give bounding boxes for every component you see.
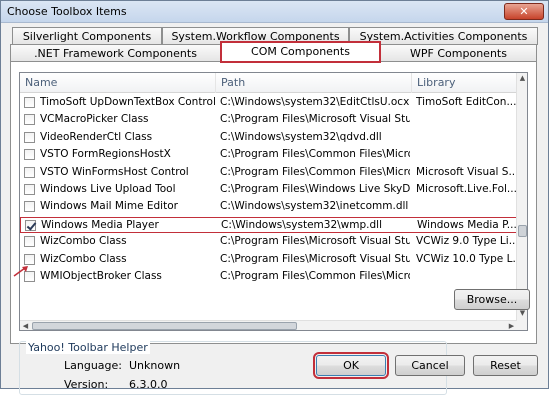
list-item[interactable]: WMIObjectBroker Class C:\Program Files\Co… <box>20 269 517 285</box>
checkbox[interactable] <box>24 97 35 108</box>
browse-button[interactable]: Browse... <box>454 289 530 310</box>
path-cell: C:\Program Files\Common Files\Micros... <box>220 165 410 178</box>
components-list[interactable]: Name Path Library TimoSoft UpDownTextBox… <box>19 72 528 331</box>
title-bar: Choose Toolbox Items ✕ <box>1 1 548 23</box>
column-header-path[interactable]: Path <box>216 73 412 93</box>
path-cell: C:\Program Files\Common Files\Micros... <box>220 270 410 282</box>
window-title: Choose Toolbox Items <box>7 5 127 18</box>
list-item[interactable]: Windows Media Player C:\Windows\system32\… <box>20 216 517 233</box>
list-item[interactable]: VSTO WinFormsHost Control C:\Program File… <box>20 165 517 181</box>
path-cell: C:\Program Files\Microsoft Visual Studio… <box>220 252 410 265</box>
library-cell: VCWiz 10.0 Type L... <box>416 252 516 265</box>
path-cell: C:\Windows\system32\inetcomm.dll <box>220 200 409 213</box>
language-label: Language: <box>64 359 122 372</box>
checkbox[interactable] <box>24 253 35 265</box>
name-cell: Windows Live Upload Tool <box>40 183 176 195</box>
list-item[interactable]: VCMacroPicker Class C:\Program Files\Micr… <box>20 112 517 128</box>
horizontal-scrollbar[interactable]: ◀ ▶ <box>20 320 517 330</box>
library-cell: Microsoft.Live.Fol... <box>416 183 516 195</box>
library-cell: Microsoft Visual S... <box>416 165 516 178</box>
ok-button[interactable]: OK <box>313 352 389 379</box>
checkbox[interactable] <box>25 219 36 231</box>
tab-silverlight-components[interactable]: Silverlight Components <box>12 27 162 45</box>
name-cell: VCMacroPicker Class <box>40 113 149 126</box>
name-cell: VSTO WinFormsHost Control <box>40 165 189 178</box>
list-item[interactable]: Windows Live Upload Tool C:\Program Files… <box>20 182 517 198</box>
version-label: Version: <box>64 378 109 391</box>
com-components-panel: Name Path Library TimoSoft UpDownTextBox… <box>10 61 537 395</box>
name-cell: WMIObjectBroker Class <box>40 270 162 282</box>
library-cell: Windows Media P... <box>417 218 517 231</box>
library-cell <box>416 147 516 163</box>
checkbox[interactable] <box>24 166 35 178</box>
scroll-right-icon[interactable]: ▶ <box>506 321 517 330</box>
choose-toolbox-items-dialog: Choose Toolbox Items ✕ Silverlight Compo… <box>0 0 549 395</box>
vertical-scroll-thumb[interactable] <box>518 225 527 237</box>
library-cell: VCWiz 9.0 Type Li... <box>416 235 516 248</box>
checkbox[interactable] <box>24 201 35 213</box>
cancel-button[interactable]: Cancel <box>395 355 465 376</box>
red-arrow-icon <box>13 266 28 277</box>
language-value: Unknown <box>129 359 181 372</box>
list-item[interactable]: TimoSoft UpDownTextBox Control 1.6 ... C:… <box>20 95 517 111</box>
list-item[interactable]: WizCombo Class C:\Program Files\Microsoft… <box>20 234 517 250</box>
checkbox[interactable] <box>24 131 35 143</box>
list-item[interactable]: VSTO FormRegionsHostX C:\Program Files\Co… <box>20 147 517 163</box>
library-cell <box>416 112 516 128</box>
checkbox[interactable] <box>24 149 35 161</box>
name-cell: VSTO FormRegionsHostX <box>40 148 171 161</box>
name-cell: TimoSoft UpDownTextBox Control 1.6 ... <box>40 96 216 108</box>
column-header-name[interactable]: Name <box>20 73 216 93</box>
path-cell: C:\Program Files\Windows Live SkyDrive..… <box>220 183 410 195</box>
tab-com-components[interactable]: COM Components <box>220 41 381 63</box>
list-item[interactable]: Windows Mail Mime Editor C:\Windows\syste… <box>20 199 517 215</box>
path-cell: C:\Windows\system32\qdvd.dll <box>220 130 382 143</box>
tab-wpf-components[interactable]: WPF Components <box>380 44 537 62</box>
checkbox[interactable] <box>24 184 35 195</box>
group-title: Yahoo! Toolbar Helper <box>26 341 150 354</box>
name-cell: WizCombo Class <box>40 235 127 248</box>
path-cell: C:\Program Files\Microsoft Visual Studio… <box>220 113 410 126</box>
column-header-library[interactable]: Library <box>412 73 517 93</box>
tab-net-framework-components[interactable]: .NET Framework Components <box>10 44 221 62</box>
name-cell: VideoRenderCtl Class <box>40 130 153 143</box>
reset-button[interactable]: Reset <box>473 355 538 376</box>
name-cell: Windows Mail Mime Editor <box>40 200 178 213</box>
name-cell: WizCombo Class <box>40 252 127 265</box>
path-cell: C:\Program Files\Microsoft Visual Studio… <box>220 235 410 248</box>
list-item[interactable]: VideoRenderCtl Class C:\Windows\system32\… <box>20 130 517 146</box>
library-cell: TimoSoft EditCon... <box>416 96 516 108</box>
library-cell <box>416 269 516 285</box>
scroll-up-icon[interactable]: ▲ <box>517 73 527 84</box>
close-button[interactable]: ✕ <box>504 3 544 20</box>
checkbox[interactable] <box>24 114 35 126</box>
path-cell: C:\Windows\system32\EditCtlsU.ocx <box>220 96 410 108</box>
library-cell <box>416 130 516 146</box>
path-cell: C:\Program Files\Common Files\Micros... <box>220 148 410 161</box>
list-header: Name Path Library <box>20 73 517 93</box>
library-cell <box>416 199 516 215</box>
list-item[interactable]: WizCombo Class C:\Program Files\Microsoft… <box>20 252 517 268</box>
version-value: 6.3.0.0 <box>129 378 168 391</box>
scroll-left-icon[interactable]: ◀ <box>20 321 31 330</box>
path-cell: C:\Windows\system32\wmp.dll <box>221 218 382 231</box>
checkbox[interactable] <box>24 236 35 248</box>
name-cell: Windows Media Player <box>41 218 159 231</box>
horizontal-scroll-thumb[interactable] <box>32 322 297 330</box>
